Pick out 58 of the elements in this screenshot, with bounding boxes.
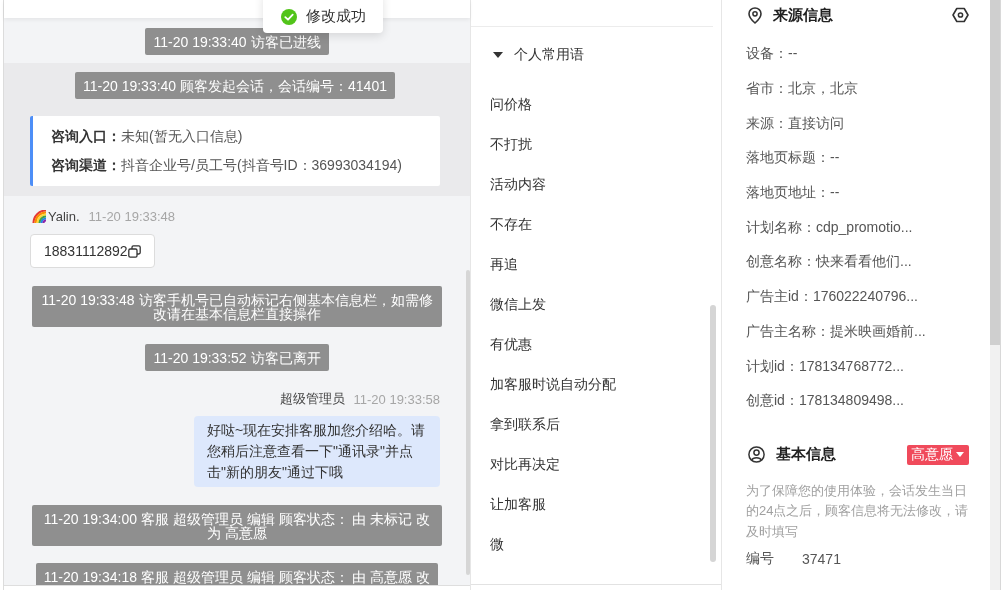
location-pin-icon xyxy=(748,6,762,24)
phrase-item[interactable]: 对比再决定 xyxy=(471,444,568,484)
section-title: 来源信息 xyxy=(773,5,833,25)
phrase-item[interactable]: 微 xyxy=(471,524,512,564)
sender-name: Yalin. xyxy=(48,208,80,224)
phrase-item[interactable]: 有优惠 xyxy=(471,324,540,364)
message-time: 11-20 19:33:48 xyxy=(88,208,176,224)
info-text: 计划名称：cdp_promotio... xyxy=(746,218,913,237)
info-text: 创意id：178134809498... xyxy=(746,392,904,411)
field-label: 编号 xyxy=(746,550,775,569)
message-bubble: 好哒~现在安排客服加您介绍哈。请您稍后注意查看一下"通讯录"并点击"新的朋友"通过下哦 xyxy=(194,416,440,487)
phrase-group-toggle[interactable]: 个人常用语 xyxy=(471,35,584,75)
info-text: 省市：北京，北京 xyxy=(746,80,858,99)
phrase-item[interactable]: 不存在 xyxy=(471,204,540,244)
phrase-item[interactable]: 问价格 xyxy=(471,84,540,124)
system-message: 11-20 19:33:40 顾客发起会话，会话编号：41401 xyxy=(75,72,395,99)
info-text: 落地页标题：-- xyxy=(746,149,840,168)
field-value: 未知(暂无入口信息) xyxy=(121,127,243,146)
scrollbar-track[interactable] xyxy=(990,0,1000,590)
status-dropdown[interactable]: 高意愿 xyxy=(907,444,969,465)
toast-message: 修改成功 xyxy=(306,7,366,26)
notice-text: 为了保障您的使用体验，会话发生当日的24点之后，顾客信息将无法修改，请及时填写 xyxy=(746,481,969,541)
field-label: 咨询渠道： xyxy=(51,156,121,175)
user-circle-icon xyxy=(748,446,765,464)
scrollbar[interactable] xyxy=(710,305,716,562)
system-message: 11-20 19:34:00 客服 超级管理员 编辑 顾客状态： 由 未标记 改为 高意愿 xyxy=(32,505,442,546)
scrollbar[interactable] xyxy=(466,270,470,575)
phrase-item[interactable]: 活动内容 xyxy=(471,164,554,204)
phrase-item[interactable]: 加客服时说自动分配 xyxy=(471,364,624,404)
check-circle-icon xyxy=(281,8,297,25)
field-label: 咨询入口： xyxy=(51,127,121,146)
field-value: 37471 xyxy=(802,551,841,568)
info-text: 落地页地址：-- xyxy=(746,184,840,203)
info-text: 创意名称：快来看看他们... xyxy=(746,253,912,272)
scrollbar-thumb[interactable] xyxy=(990,0,1000,345)
system-message: 11-20 19:33:48 访客手机号已自动标记右侧基本信息栏，如需修改请在基本信息栏直接操作 xyxy=(32,286,442,327)
section-title: 基本信息 xyxy=(776,445,836,465)
phrase-item[interactable]: 不打扰 xyxy=(471,124,540,164)
info-text: 广告主id：176022240796... xyxy=(746,288,918,307)
info-text: 广告主名称：提米映画婚前... xyxy=(746,322,926,341)
info-text: 计划id：178134768772... xyxy=(746,357,904,376)
phrase-item[interactable]: 让加客服 xyxy=(471,484,554,524)
info-text: 设备：-- xyxy=(746,45,798,64)
phrase-item[interactable]: 拿到联系后 xyxy=(471,404,568,444)
caret-down-icon xyxy=(956,452,964,458)
system-message: 11-20 19:33:52 访客已离开 xyxy=(145,344,329,371)
phrase-item[interactable]: 微信上发 xyxy=(471,284,554,324)
message-text: 18831112892 xyxy=(44,243,128,259)
info-text: 来源：直接访问 xyxy=(746,114,844,133)
system-message: 11-20 19:33:40 访客已进线 xyxy=(145,28,329,55)
rainbow-icon xyxy=(32,209,46,223)
sender-name: 超级管理员 xyxy=(279,390,345,408)
settings-icon[interactable] xyxy=(952,7,969,23)
phrase-item[interactable]: 再追 xyxy=(471,244,526,284)
copy-icon[interactable] xyxy=(127,244,141,258)
field-value: 抖音企业号/员工号(抖音号ID：36993034194) xyxy=(121,156,402,175)
message-time: 11-20 19:33:58 xyxy=(353,391,440,407)
system-message: 11-20 19:34:18 客服 超级管理员 编辑 顾客状态： 由 高意愿 改 xyxy=(35,563,439,585)
